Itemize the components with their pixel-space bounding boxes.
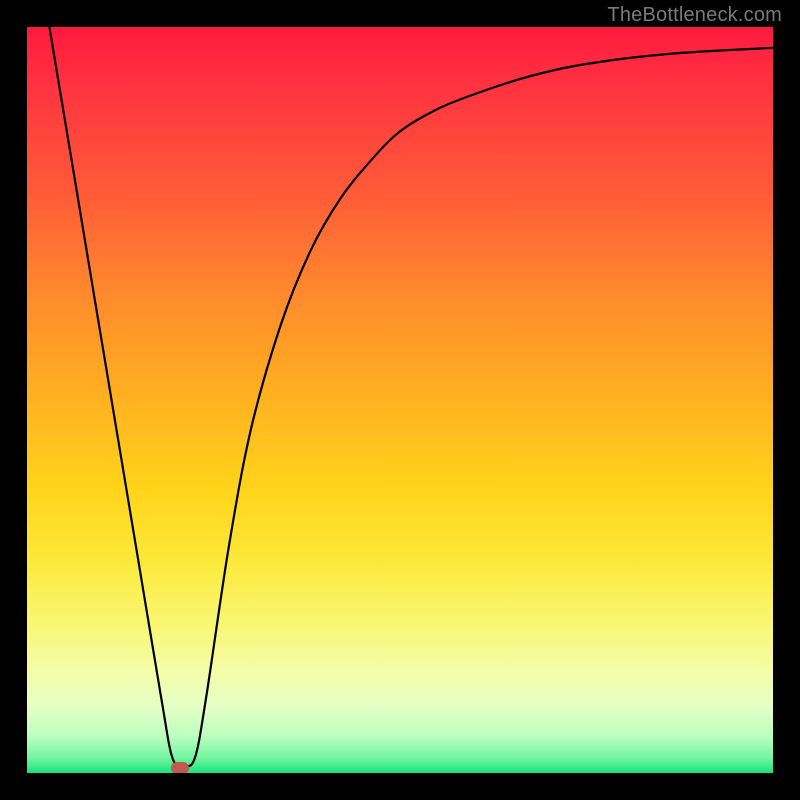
- watermark-text: TheBottleneck.com: [607, 4, 782, 27]
- plot-area: [27, 27, 773, 773]
- bottleneck-curve: [27, 27, 773, 773]
- optimal-point-marker: [171, 762, 189, 773]
